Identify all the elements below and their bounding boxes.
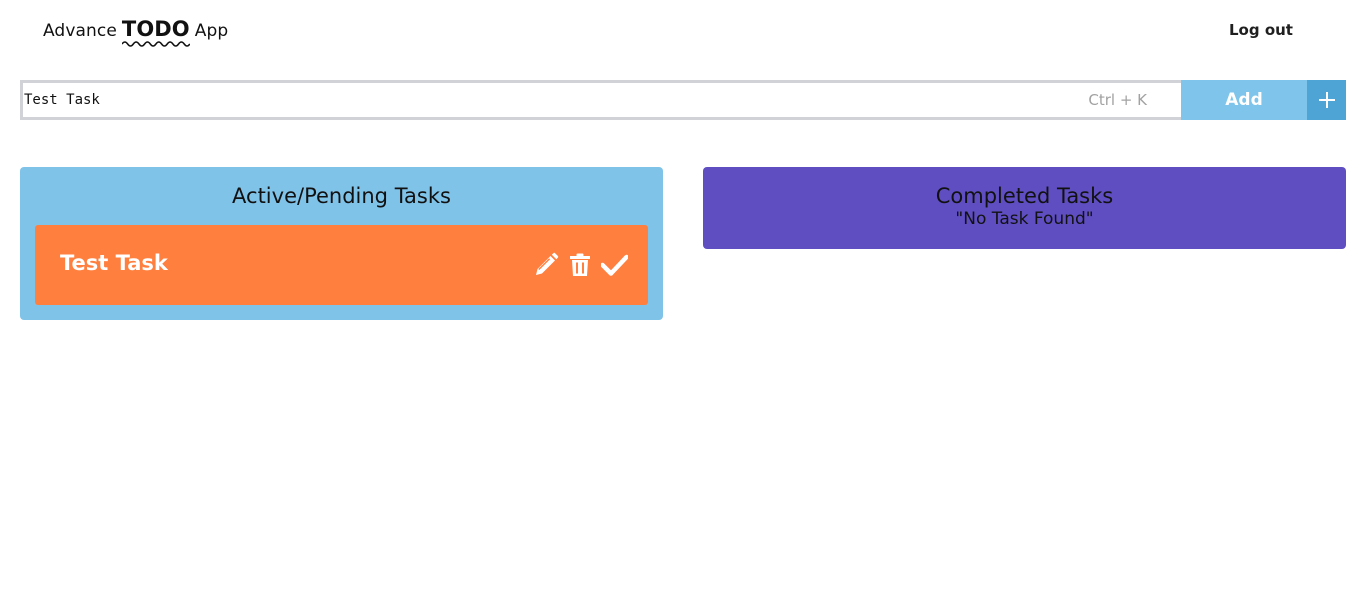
wavy-underline-icon [121,41,190,47]
task-text: Test Task [60,251,168,275]
add-task-button[interactable]: Add [1181,80,1307,120]
pencil-icon [536,252,559,275]
brand-highlight-text: TODO [121,17,190,41]
active-tasks-panel: Active/Pending Tasks Test Task [20,167,663,320]
task-card: Test Task [35,225,648,305]
logout-link[interactable]: Log out [1229,21,1293,39]
trash-icon [570,253,590,276]
plus-icon [1318,92,1335,108]
active-tasks-title: Active/Pending Tasks [232,184,451,208]
brand-prefix: Advance [43,21,117,41]
check-icon [601,254,628,276]
completed-empty-message: "No Task Found" [955,209,1094,229]
task-actions [533,252,628,278]
app-logo: Advance TODO App [43,17,228,47]
edit-task-button[interactable] [533,252,559,278]
delete-task-button[interactable] [569,253,591,277]
completed-tasks-panel: Completed Tasks "No Task Found" [703,167,1346,249]
task-input-wrapper: Ctrl + K [23,83,1181,117]
app-header: Advance TODO App Log out [0,0,1366,62]
brand-suffix: App [194,21,229,41]
task-input-bar: Ctrl + K Add [20,80,1346,120]
task-input[interactable] [23,83,1181,117]
brand-highlight: TODO [121,17,190,47]
plus-button[interactable] [1307,80,1346,120]
complete-task-button[interactable] [601,254,628,276]
completed-tasks-title: Completed Tasks [935,184,1114,208]
